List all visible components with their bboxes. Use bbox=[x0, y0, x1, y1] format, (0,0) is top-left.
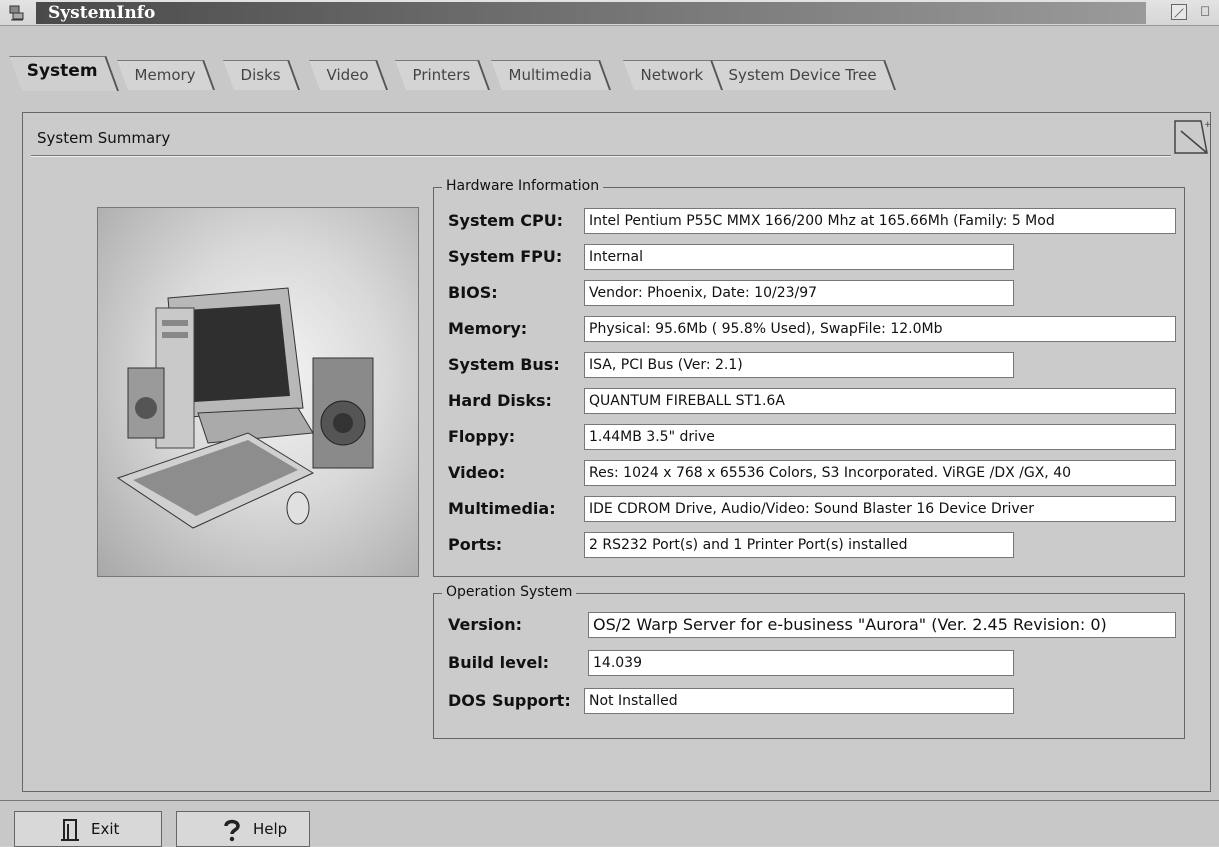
minimize-button[interactable] bbox=[1199, 4, 1215, 20]
hard-disks-field[interactable]: QUANTUM FIREBALL ST1.6A bbox=[584, 388, 1176, 414]
multimedia-field[interactable]: IDE CDROM Drive, Audio/Video: Sound Blas… bbox=[584, 496, 1176, 522]
version-field[interactable]: OS/2 Warp Server for e-business "Aurora"… bbox=[588, 612, 1176, 638]
multimedia-label: Multimedia: bbox=[448, 499, 556, 518]
panel-title: System Summary bbox=[37, 129, 171, 147]
maximize-button[interactable] bbox=[1171, 4, 1187, 20]
button-bar: Exit Help bbox=[0, 800, 1219, 847]
floppy-field[interactable]: 1.44MB 3.5" drive bbox=[584, 424, 1176, 450]
question-mark-icon bbox=[224, 819, 240, 842]
memory-label: Memory: bbox=[448, 319, 528, 338]
notepad-corner-icon[interactable]: + bbox=[1171, 117, 1211, 157]
exit-button[interactable]: Exit bbox=[14, 811, 162, 847]
video-label: Video: bbox=[448, 463, 506, 482]
app-icon[interactable] bbox=[8, 4, 26, 22]
tab-system[interactable]: System bbox=[9, 56, 119, 91]
os-group-label: Operation System bbox=[442, 584, 577, 600]
tab-bar: System Device Tree Network Multimedia Pr… bbox=[9, 56, 1022, 91]
system-fpu-label: System FPU: bbox=[448, 247, 563, 266]
video-field[interactable]: Res: 1024 x 768 x 65536 Colors, S3 Incor… bbox=[584, 460, 1176, 486]
bios-field[interactable]: Vendor: Phoenix, Date: 10/23/97 bbox=[584, 280, 1014, 306]
computer-illustration bbox=[116, 287, 374, 529]
tab-disks[interactable]: Disks bbox=[223, 60, 301, 90]
tab-multimedia[interactable]: Multimedia bbox=[491, 60, 612, 90]
exit-door-icon bbox=[61, 819, 79, 841]
ports-field[interactable]: 2 RS232 Port(s) and 1 Printer Port(s) in… bbox=[584, 532, 1014, 558]
tab-system-device-tree[interactable]: System Device Tree bbox=[711, 60, 897, 90]
floppy-label: Floppy: bbox=[448, 427, 516, 446]
hard-disks-label: Hard Disks: bbox=[448, 391, 552, 410]
system-bus-field[interactable]: ISA, PCI Bus (Ver: 2.1) bbox=[584, 352, 1014, 378]
tab-video[interactable]: Video bbox=[309, 60, 389, 90]
hardware-group-label: Hardware Information bbox=[442, 178, 604, 194]
build-level-label: Build level: bbox=[448, 653, 550, 672]
system-cpu-label: System CPU: bbox=[448, 211, 564, 230]
tab-printers[interactable]: Printers bbox=[395, 60, 490, 90]
panel-divider bbox=[31, 155, 1171, 157]
system-summary-panel: System Summary + Hardware Information Sy… bbox=[22, 112, 1211, 792]
dos-support-label: DOS Support: bbox=[448, 691, 571, 710]
exit-label: Exit bbox=[91, 820, 120, 838]
help-button[interactable]: Help bbox=[176, 811, 310, 847]
help-label: Help bbox=[253, 820, 288, 838]
hardware-information-group: Hardware Information System CPU: Intel P… bbox=[433, 178, 1185, 577]
window-title: SystemInfo bbox=[36, 2, 1146, 24]
build-level-field[interactable]: 14.039 bbox=[588, 650, 1014, 676]
operation-system-group: Operation System Version: OS/2 Warp Serv… bbox=[433, 584, 1185, 739]
memory-field[interactable]: Physical: 95.6Mb ( 95.8% Used), SwapFile… bbox=[584, 316, 1176, 342]
dos-support-field[interactable]: Not Installed bbox=[584, 688, 1014, 714]
ports-label: Ports: bbox=[448, 535, 503, 554]
tab-network[interactable]: Network bbox=[623, 60, 723, 90]
systeminfo-window: SystemInfo System Device Tree Network Mu… bbox=[0, 0, 1219, 847]
version-label: Version: bbox=[448, 615, 523, 634]
title-bar[interactable]: SystemInfo bbox=[0, 0, 1219, 26]
minimize-icon bbox=[1201, 6, 1210, 16]
maximize-icon bbox=[1174, 8, 1184, 18]
system-cpu-field[interactable]: Intel Pentium P55C MMX 166/200 Mhz at 16… bbox=[584, 208, 1176, 234]
system-fpu-field[interactable]: Internal bbox=[584, 244, 1014, 270]
bios-label: BIOS: bbox=[448, 283, 498, 302]
svg-text:+: + bbox=[1204, 120, 1211, 130]
system-bus-label: System Bus: bbox=[448, 355, 560, 374]
tab-memory[interactable]: Memory bbox=[117, 60, 216, 90]
computer-picture bbox=[97, 207, 419, 577]
